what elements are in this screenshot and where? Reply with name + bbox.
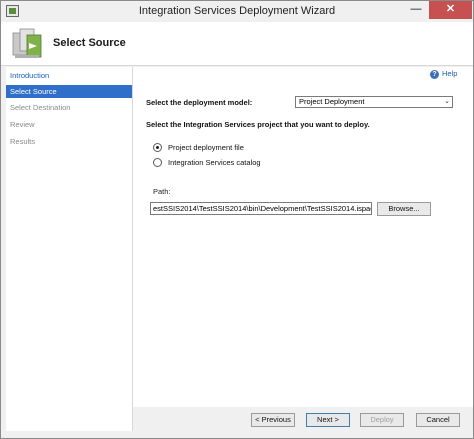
minimize-button[interactable]: —	[403, 1, 429, 19]
main-content: ? Help Select the deployment model: Proje…	[133, 67, 473, 407]
chevron-down-icon: ⌄	[444, 98, 450, 105]
wizard-steps-sidebar: Introduction Select Source Select Destin…	[6, 67, 133, 431]
radio-checked-icon[interactable]	[153, 142, 162, 152]
radio-unchecked-icon[interactable]	[153, 157, 162, 167]
next-button[interactable]: Next >	[306, 413, 350, 427]
option-integration-services-catalog[interactable]: Integration Services catalog	[153, 157, 261, 168]
deploy-button: Deploy	[360, 413, 404, 427]
help-link[interactable]: ? Help	[430, 69, 457, 79]
help-label: Help	[442, 69, 458, 78]
deployment-model-select[interactable]: Project Deployment ⌄	[295, 96, 453, 108]
sidebar-item-introduction[interactable]: Introduction	[6, 69, 132, 82]
sidebar-item-results: Results	[10, 137, 36, 146]
path-input[interactable]: estSSIS2014\TestSSIS2014\bin\Development…	[150, 202, 372, 215]
close-button[interactable]: ✕	[429, 1, 472, 19]
page-title: Select Source	[53, 37, 126, 49]
previous-button[interactable]: < Previous	[251, 413, 295, 427]
option-label: Project deployment file	[168, 143, 244, 152]
project-prompt: Select the Integration Services project …	[146, 120, 370, 129]
deployment-model-label: Select the deployment model:	[146, 98, 253, 107]
cancel-button[interactable]: Cancel	[416, 413, 460, 427]
path-label: Path:	[153, 187, 171, 196]
option-label: Integration Services catalog	[168, 158, 261, 167]
browse-button[interactable]: Browse...	[377, 202, 431, 216]
option-project-deployment-file[interactable]: Project deployment file	[153, 142, 244, 153]
help-icon: ?	[430, 69, 439, 79]
wizard-header: Select Source	[1, 22, 473, 66]
sidebar-item-select-destination: Select Destination	[10, 103, 71, 112]
sidebar-item-review: Review	[10, 120, 35, 129]
wizard-window: Integration Services Deployment Wizard —…	[0, 0, 474, 439]
sidebar-item-select-source[interactable]: Select Source	[6, 85, 132, 98]
wizard-graphic-icon	[12, 28, 42, 58]
deployment-model-value: Project Deployment	[299, 97, 365, 106]
title-bar[interactable]: Integration Services Deployment Wizard —…	[1, 1, 473, 22]
